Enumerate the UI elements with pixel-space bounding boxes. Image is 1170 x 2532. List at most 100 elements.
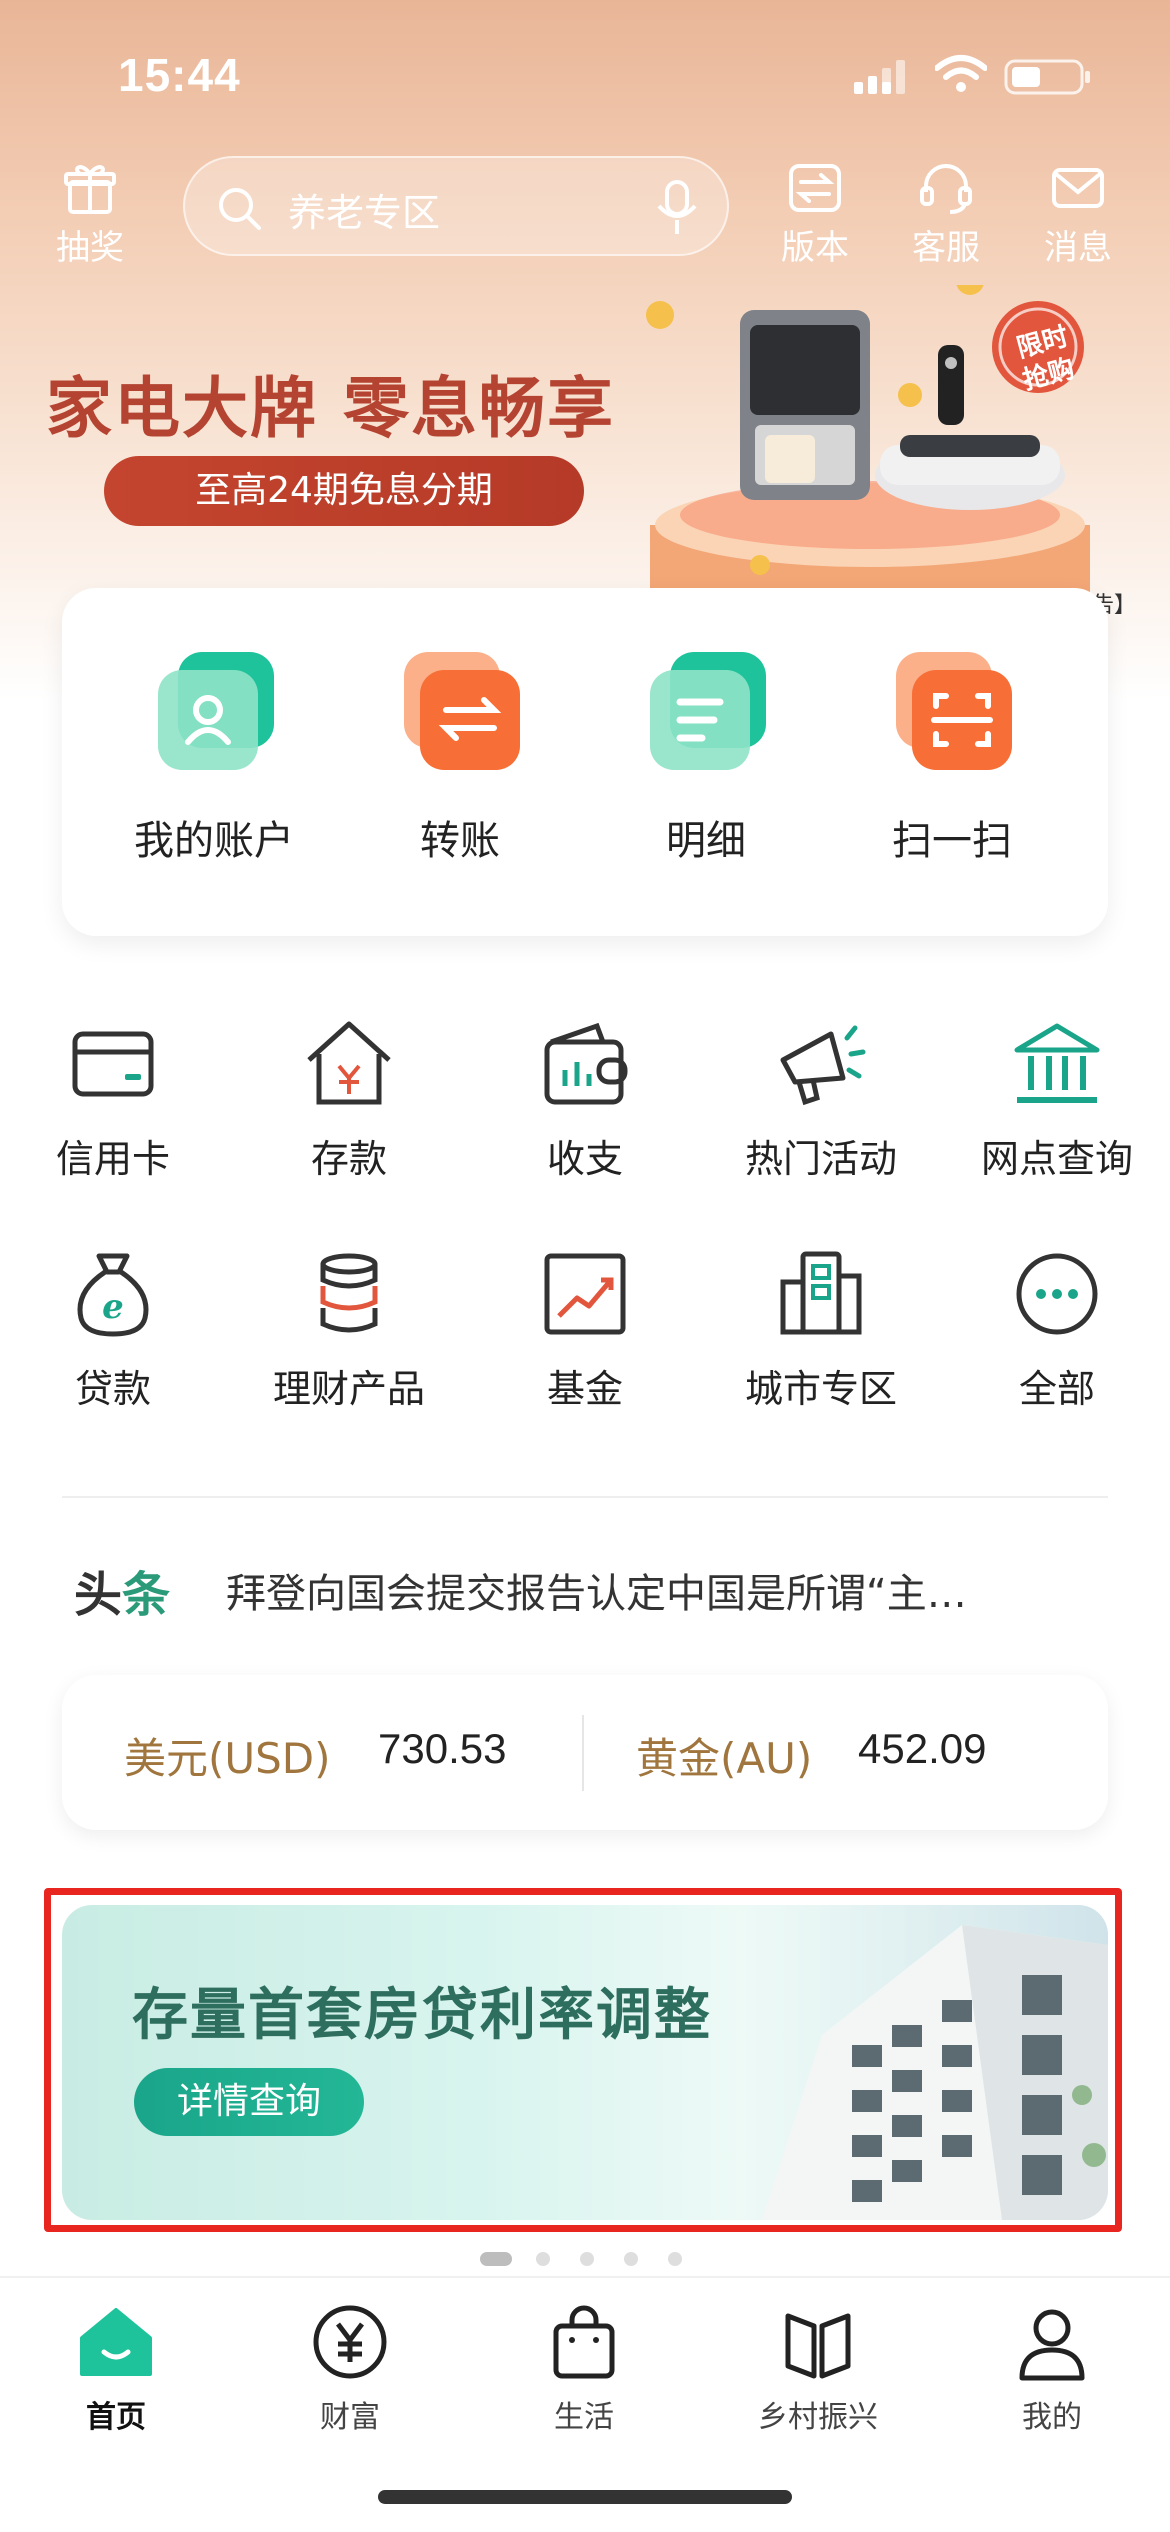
status-bar: 15:44 <box>0 0 1170 150</box>
quick-action-scan[interactable]: 扫一扫 <box>852 640 1052 866</box>
service-label: 热门活动 <box>744 1137 897 1181</box>
market-rates-card[interactable]: 美元(USD) 730.53 黄金(AU) 452.09 <box>62 1675 1108 1830</box>
service-label: 全部 <box>1018 1367 1095 1411</box>
pager-dot-active[interactable] <box>480 2252 512 2266</box>
service-city-zone[interactable]: 城市专区 <box>716 1246 926 1413</box>
customer-service-button[interactable]: 客服 <box>896 160 996 270</box>
tab-home[interactable]: 首页 <box>26 2300 206 2436</box>
service-income-expense[interactable]: 收支 <box>480 1016 690 1183</box>
mortgage-promo-banner[interactable]: 存量首套房贷利率调整 详情查询 <box>62 1905 1108 2220</box>
service-label: 存款 <box>310 1137 387 1181</box>
pager-dot[interactable] <box>624 2252 638 2266</box>
quick-action-details[interactable]: 明细 <box>606 640 806 866</box>
tab-label: 财富 <box>320 2400 380 2435</box>
quick-action-label: 扫一扫 <box>892 818 1012 864</box>
service-branch-query[interactable]: 网点查询 <box>952 1016 1162 1183</box>
gift-icon <box>64 165 116 214</box>
more-icon <box>1016 1253 1098 1335</box>
service-hot-activities[interactable]: 热门活动 <box>716 1016 926 1183</box>
quick-action-transfer[interactable]: 转账 <box>360 640 560 866</box>
transfer-icon <box>404 652 520 770</box>
version-label: 版本 <box>781 228 849 268</box>
building-illustration <box>702 1905 1108 2220</box>
details-icon <box>650 652 766 770</box>
fund-chart-icon <box>544 1253 626 1335</box>
service-all[interactable]: 全部 <box>952 1246 1162 1413</box>
hero-banner-title: 家电大牌 零息畅享 <box>46 370 615 447</box>
service-label: 城市专区 <box>744 1367 897 1411</box>
service-credit-card[interactable]: 信用卡 <box>8 1016 218 1183</box>
service-label: 基金 <box>546 1367 623 1411</box>
usd-rate-value: 730.53 <box>378 1725 507 1772</box>
search-placeholder: 养老专区 <box>288 191 441 235</box>
city-building-icon <box>780 1251 862 1335</box>
usd-rate-label: 美元(USD) <box>124 1734 331 1783</box>
tab-label: 生活 <box>554 2400 614 2435</box>
megaphone-icon <box>780 1025 866 1106</box>
quick-actions-card: 我的账户 转账 明细 扫一扫 <box>62 588 1108 936</box>
home-indicator[interactable] <box>378 2490 792 2504</box>
microphone-icon[interactable] <box>655 180 699 236</box>
tab-rural-revitalization[interactable]: 乡村振兴 <box>728 2300 908 2436</box>
service-fund[interactable]: 基金 <box>480 1246 690 1413</box>
wallet-icon <box>544 1022 628 1105</box>
search-bar[interactable]: 养老专区 <box>183 156 729 256</box>
tab-life[interactable]: 生活 <box>494 2300 674 2436</box>
service-label: 信用卡 <box>55 1137 170 1181</box>
section-divider <box>62 1496 1108 1498</box>
lottery-label: 抽奖 <box>56 228 124 268</box>
home-icon <box>80 2308 152 2376</box>
rates-divider <box>582 1715 584 1791</box>
account-icon <box>158 652 274 770</box>
service-label: 贷款 <box>74 1367 151 1411</box>
wifi-icon <box>935 55 987 92</box>
shopping-bag-icon <box>553 2305 615 2379</box>
pager-dot[interactable] <box>668 2252 682 2266</box>
book-icon <box>785 2313 851 2379</box>
tab-mine[interactable]: 我的 <box>962 2300 1142 2436</box>
pager-dot[interactable] <box>580 2252 594 2266</box>
quick-action-label: 转账 <box>420 818 500 864</box>
battery-icon <box>1004 59 1090 95</box>
tab-label: 首页 <box>86 2400 146 2435</box>
promo-title: 存量首套房贷利率调整 <box>132 1983 712 2048</box>
headline-tag: 头条 <box>74 1555 170 1625</box>
cellular-signal-icon <box>854 60 905 94</box>
headline-tag-part2: 条 <box>122 1567 171 1623</box>
tab-label: 乡村振兴 <box>758 2400 878 2435</box>
version-switch-icon <box>789 164 841 212</box>
credit-card-icon <box>72 1031 154 1097</box>
headline-ticker[interactable]: 头条 拜登向国会提交报告认定中国是所谓“主… <box>74 1555 1104 1623</box>
gold-rate-value: 452.09 <box>858 1725 987 1772</box>
pager-dot[interactable] <box>536 2252 550 2266</box>
coins-stack-icon <box>320 1253 378 1333</box>
svg-text:e: e <box>102 1287 124 1327</box>
yuan-icon <box>313 2305 387 2379</box>
deposit-icon <box>307 1021 391 1105</box>
mail-icon <box>1052 168 1104 208</box>
headline-tag-part1: 头 <box>74 1567 123 1623</box>
messages-label: 消息 <box>1044 228 1112 268</box>
service-deposit[interactable]: 存款 <box>244 1016 454 1183</box>
top-navigation: 抽奖 养老专区 版本 客服 消息 <box>0 150 1170 270</box>
promo-details-button[interactable]: 详情查询 <box>134 2068 364 2136</box>
messages-button[interactable]: 消息 <box>1028 160 1128 270</box>
loan-bag-icon: e <box>77 1253 149 1337</box>
service-label: 网点查询 <box>980 1137 1133 1181</box>
service-label: 收支 <box>546 1137 623 1181</box>
lottery-button[interactable]: 抽奖 <box>40 160 140 270</box>
gold-rate-label: 黄金(AU) <box>636 1734 813 1783</box>
customer-service-label: 客服 <box>912 228 980 268</box>
version-button[interactable]: 版本 <box>765 160 865 270</box>
profile-icon <box>1019 2309 1085 2381</box>
service-label: 理财产品 <box>272 1367 425 1411</box>
status-time: 15:44 <box>118 49 241 101</box>
scan-icon <box>896 652 1012 770</box>
headset-icon <box>920 164 972 214</box>
service-wealth-products[interactable]: 理财产品 <box>244 1246 454 1413</box>
quick-action-my-account[interactable]: 我的账户 <box>114 640 314 866</box>
quick-action-label: 我的账户 <box>134 818 294 864</box>
tab-wealth[interactable]: 财富 <box>260 2300 440 2436</box>
tab-label: 我的 <box>1022 2400 1082 2435</box>
service-loan[interactable]: e 贷款 <box>8 1246 218 1413</box>
